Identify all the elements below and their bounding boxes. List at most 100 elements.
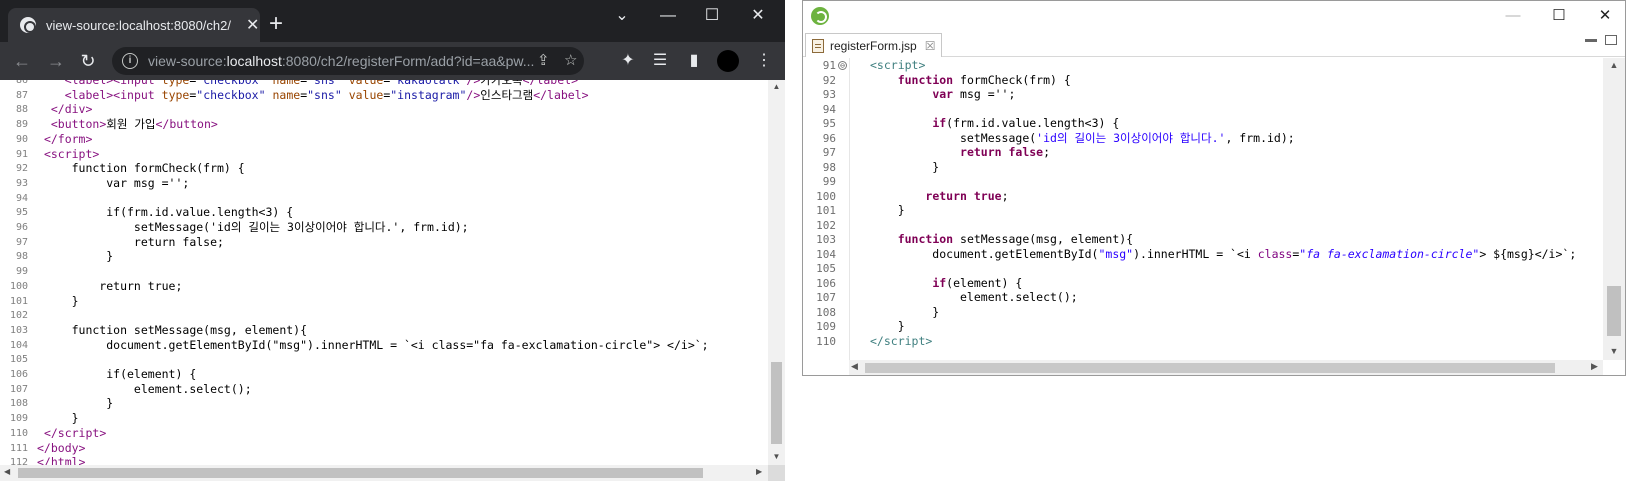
- vertical-scrollbar[interactable]: ▲ ▼: [768, 80, 785, 465]
- source-line: 112 </html>: [0, 455, 768, 465]
- source-code-text: </div>: [50, 102, 93, 117]
- editor-line: 94: [803, 102, 1603, 117]
- scroll-left-icon[interactable]: ◀: [4, 467, 10, 476]
- eclipse-title-bar: — ☐ ✕: [803, 1, 1625, 31]
- line-number: 95: [822, 117, 836, 130]
- line-number: 105: [9, 354, 28, 366]
- browser-tab[interactable]: view-source:localhost:8080/ch2/ ✕: [8, 8, 260, 42]
- side-panel-icon[interactable]: ▮: [682, 50, 706, 72]
- scroll-left-icon[interactable]: ◀: [851, 361, 858, 372]
- editor-code-text[interactable]: var msg ='';: [870, 87, 1015, 102]
- line-number: 95: [15, 207, 28, 219]
- line-number: 89: [15, 119, 28, 131]
- editor-code-text[interactable]: }: [870, 319, 905, 334]
- editor-code-text[interactable]: return false;: [870, 145, 1050, 160]
- source-code-text: var msg ='';: [37, 175, 190, 190]
- scroll-down-icon[interactable]: ▼: [1603, 346, 1625, 356]
- editor-code-text[interactable]: function formCheck(frm) {: [870, 73, 1071, 88]
- editor-line: 95 if(frm.id.value.length<3) {: [803, 116, 1603, 131]
- star-icon[interactable]: ☆: [564, 51, 577, 69]
- fold-toggle-icon[interactable]: ⊖: [838, 61, 847, 70]
- view-maximize-icon[interactable]: [1605, 35, 1617, 45]
- editor-code-text[interactable]: if(element) {: [870, 276, 1022, 291]
- chrome-window: view-source:localhost:8080/ch2/ ✕ + ⌄ — …: [0, 0, 785, 481]
- editor-vertical-scrollbar[interactable]: ▲ ▼: [1603, 58, 1625, 360]
- line-number: 92: [822, 73, 836, 87]
- line-number: 110: [816, 334, 836, 348]
- editor-horizontal-scrollbar[interactable]: ◀ ▶: [849, 360, 1603, 375]
- editor-line: 110 </script>: [803, 334, 1603, 349]
- close-window-icon[interactable]: ✕: [1587, 5, 1623, 27]
- scroll-up-icon[interactable]: ▲: [768, 82, 785, 91]
- forward-icon[interactable]: →: [44, 50, 68, 72]
- scroll-thumb[interactable]: [771, 362, 782, 444]
- editor-code-text[interactable]: setMessage('id의 길이는 3이상이어야 합니다.', frm.id…: [870, 131, 1295, 146]
- scroll-up-icon[interactable]: ▲: [1603, 60, 1625, 70]
- scroll-right-icon[interactable]: ▶: [756, 467, 762, 476]
- source-line: 109 }: [0, 411, 768, 426]
- scroll-down-icon[interactable]: ▼: [768, 452, 785, 461]
- horizontal-scrollbar[interactable]: ◀ ▶: [0, 465, 768, 481]
- editor-code-text[interactable]: }: [870, 305, 939, 320]
- tab-close-icon[interactable]: ✕: [246, 15, 259, 35]
- scroll-thumb[interactable]: [1607, 286, 1621, 336]
- reload-icon[interactable]: ↻: [76, 50, 100, 72]
- tab-search-icon[interactable]: ⌄: [604, 4, 640, 28]
- browser-toolbar: ← → ↻ i view-source:localhost:8080/ch2/r…: [0, 42, 785, 80]
- line-number: 112: [9, 457, 28, 465]
- line-number: 94: [15, 192, 28, 204]
- line-number: 100: [816, 189, 836, 203]
- editor-code-text[interactable]: document.getElementById("msg").innerHTML…: [870, 247, 1576, 262]
- maximize-icon[interactable]: ☐: [1541, 5, 1577, 27]
- minimize-icon[interactable]: —: [650, 4, 686, 28]
- scroll-thumb-horizontal[interactable]: [18, 468, 703, 478]
- editor-line: 103 function setMessage(msg, element){: [803, 232, 1603, 247]
- menu-icon[interactable]: ⋮: [752, 50, 776, 72]
- back-icon[interactable]: ←: [10, 50, 34, 72]
- editor-code-text[interactable]: if(frm.id.value.length<3) {: [870, 116, 1119, 131]
- maximize-icon[interactable]: ☐: [694, 4, 730, 28]
- scroll-right-icon[interactable]: ▶: [1591, 361, 1598, 372]
- line-number: 93: [15, 177, 28, 189]
- profile-avatar[interactable]: [717, 50, 739, 72]
- url-text[interactable]: view-source:localhost:8080/ch2/registerF…: [148, 53, 548, 69]
- line-number: 106: [9, 369, 28, 380]
- source-code-text: function setMessage(msg, element){: [37, 322, 308, 337]
- minimize-icon[interactable]: —: [1495, 5, 1531, 27]
- tab-close-icon[interactable]: ☒: [925, 39, 936, 53]
- editor-code-text[interactable]: element.select();: [870, 290, 1078, 305]
- gutter-divider: [849, 58, 850, 360]
- close-window-icon[interactable]: ✕: [740, 4, 776, 28]
- editor-line: 98 }: [803, 160, 1603, 175]
- editor-code-text[interactable]: </script>: [870, 334, 932, 349]
- editor-code-text[interactable]: }: [870, 160, 939, 175]
- extensions-icon[interactable]: ✦: [616, 50, 640, 72]
- code-editor[interactable]: 91 ⊖ <script> 92 function formCheck(frm) {9…: [803, 58, 1603, 360]
- editor-code-text[interactable]: }: [870, 203, 905, 218]
- editor-code-text[interactable]: <script>: [870, 58, 925, 73]
- address-bar[interactable]: i view-source:localhost:8080/ch2/registe…: [112, 47, 584, 75]
- eclipse-window: — ☐ ✕ registerForm.jsp ☒ 91 ⊖ <script> 92 f…: [802, 0, 1626, 376]
- view-minimize-icon[interactable]: [1585, 39, 1597, 42]
- editor-code-text[interactable]: function setMessage(msg, element){: [870, 232, 1133, 247]
- editor-code-text[interactable]: return true;: [870, 189, 1008, 204]
- editor-line: 104 document.getElementById("msg").inner…: [803, 247, 1603, 262]
- line-number: 109: [9, 413, 28, 425]
- line-number: 108: [816, 305, 836, 319]
- source-code-text: if(element) {: [37, 367, 197, 381]
- line-number: 93: [822, 88, 836, 101]
- source-line: 103 function setMessage(msg, element){: [0, 323, 768, 338]
- editor-line: 97 return false;: [803, 145, 1603, 160]
- scroll-thumb-horizontal[interactable]: [865, 363, 1555, 373]
- source-code-text: <script>: [43, 146, 100, 161]
- source-code-text: return true;: [37, 278, 183, 293]
- line-number: 107: [816, 291, 836, 304]
- source-code-text: <label><input type="checkbox" name="sns"…: [64, 87, 589, 102]
- line-number: 102: [816, 218, 836, 232]
- new-tab-button[interactable]: +: [262, 10, 290, 38]
- share-icon[interactable]: ⇪: [537, 51, 550, 69]
- reading-list-icon[interactable]: ☰: [648, 50, 672, 72]
- editor-tab[interactable]: registerForm.jsp ☒: [805, 33, 943, 57]
- source-line: 96 setMessage('id의 길이는 3이상이어야 합니다.', frm…: [0, 220, 768, 235]
- info-icon[interactable]: i: [122, 53, 138, 69]
